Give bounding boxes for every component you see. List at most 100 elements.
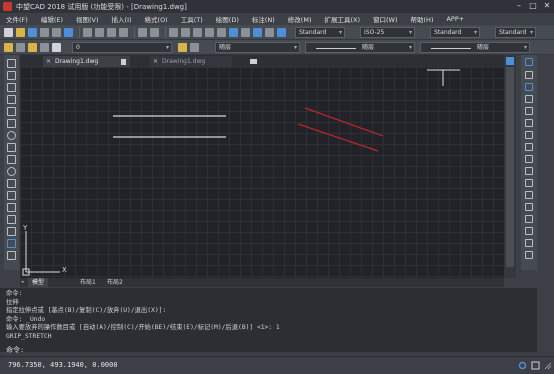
tab-drawing1[interactable]: ✕ Drawing1.dwg [150,56,232,67]
menu-format[interactable]: 格式(O) [145,14,168,24]
red-line-upper[interactable] [304,107,384,137]
previous-layout-icon[interactable]: ◂ [21,279,27,285]
fullscreen-icon[interactable] [531,361,540,370]
save-icon[interactable] [28,27,37,37]
menu-view[interactable]: 视图(V) [76,14,99,24]
layer-manager-icon[interactable] [4,42,13,52]
paste-icon[interactable] [107,27,116,37]
table-style-select[interactable]: Standard ▾ [430,27,480,38]
menu-help[interactable]: 帮助(H) [411,14,434,24]
ellipse-icon[interactable] [7,167,16,176]
trim-icon[interactable] [525,179,533,187]
close-icon[interactable]: ✕ [46,56,51,67]
array-icon[interactable] [525,119,533,127]
circle-icon[interactable] [7,131,16,140]
menu-app-plus[interactable]: APP+ [446,15,464,23]
menu-insert[interactable]: 插入(I) [112,14,132,24]
lineweight-select[interactable]: 随层 ▾ [420,42,530,53]
polygon-icon[interactable] [7,95,16,104]
zoom-realtime-icon[interactable] [181,27,190,37]
explode-icon[interactable] [525,251,533,259]
sheet-set-icon[interactable] [253,27,262,37]
tab-layout2[interactable]: 布局2 [103,278,127,287]
close-icon[interactable]: ✕ [153,56,158,67]
break-icon[interactable] [525,203,533,211]
tab-drawing1-active[interactable]: ✕ Drawing1.dwg [43,56,130,67]
construction-line-icon[interactable] [7,71,16,80]
join-icon[interactable] [525,215,533,223]
new-tab-icon[interactable] [250,59,257,64]
make-current-layer-icon[interactable] [178,43,187,52]
arrow-left-icon[interactable] [506,57,514,65]
ellipse-arc-icon[interactable] [7,179,16,188]
fillet-icon[interactable] [525,239,533,247]
redo-icon[interactable] [150,27,159,37]
color-select[interactable]: 随层 ▾ [215,42,300,53]
resize-grip-icon[interactable] [543,361,552,370]
pan-icon[interactable] [169,27,178,37]
revision-cloud-icon[interactable] [7,143,16,152]
menu-file[interactable]: 文件(F) [6,14,28,24]
insert-block-icon[interactable] [7,191,16,200]
match-properties-icon[interactable] [119,27,128,37]
spline-icon[interactable] [7,155,16,164]
rectangle-icon[interactable] [7,107,16,116]
tool-palettes-icon[interactable] [241,27,250,37]
extend-icon[interactable] [525,191,533,199]
hatch-icon[interactable] [7,227,16,236]
multileader-style-select[interactable]: Standard ▾ [495,27,536,38]
stretch-icon[interactable] [525,167,533,175]
settings-icon[interactable] [518,361,527,370]
print-icon[interactable] [40,27,49,37]
menu-extended-tools[interactable]: 扩展工具(X) [324,14,360,24]
menu-tools[interactable]: 工具(T) [181,14,203,24]
help-icon[interactable] [277,27,286,37]
command-input[interactable]: 命令: [6,345,24,355]
close-button[interactable]: ✕ [540,0,554,13]
mirror-icon[interactable] [525,95,533,103]
minimize-button[interactable]: – [512,0,526,13]
cut-icon[interactable] [83,27,92,37]
menu-draw[interactable]: 绘图(D) [216,14,239,24]
undo-icon[interactable] [138,27,147,37]
dim-style-select[interactable]: ISO-25 ▾ [360,27,415,38]
scrollbar-thumb[interactable] [506,67,514,267]
tab-model[interactable]: 模型 [28,278,49,287]
maximize-button[interactable]: □ [526,0,540,13]
point-icon[interactable] [7,215,16,224]
design-center-icon[interactable] [229,27,238,37]
layer-previous-icon[interactable] [190,43,199,52]
menu-edit[interactable]: 编辑(E) [41,14,63,24]
table-icon[interactable] [7,251,16,260]
gradient-icon[interactable] [7,239,16,248]
arrow-right-icon[interactable] [525,58,533,66]
menu-dimension[interactable]: 标注(N) [252,14,275,24]
line-tool-icon[interactable] [7,59,16,68]
polyline-icon[interactable] [7,83,16,92]
text-style-select[interactable]: Standard ▾ [295,27,345,38]
publish-icon[interactable] [64,27,73,37]
move-icon[interactable] [525,131,533,139]
offset-icon[interactable] [525,107,533,115]
scale-icon[interactable] [525,155,533,163]
chamfer-icon[interactable] [525,227,533,235]
new-file-icon[interactable] [4,27,13,37]
zoom-previous-icon[interactable] [205,27,214,37]
menu-modify[interactable]: 修改(M) [288,14,312,24]
vertical-scrollbar[interactable] [504,55,516,278]
erase-icon[interactable] [525,71,533,79]
open-file-icon[interactable] [16,27,25,37]
red-line-lower[interactable] [297,123,379,152]
make-block-icon[interactable] [7,203,16,212]
layer-select[interactable]: 0 ▾ [72,42,172,53]
rotate-icon[interactable] [525,143,533,151]
zoom-window-icon[interactable] [193,27,202,37]
tab-layout1[interactable]: 布局1 [76,278,100,287]
calculator-icon[interactable] [265,27,274,37]
print-preview-icon[interactable] [52,27,61,37]
copy-icon[interactable] [95,27,104,37]
copy-object-icon[interactable] [525,83,533,91]
menu-window[interactable]: 窗口(W) [373,14,398,24]
linetype-select[interactable]: 随层 ▾ [305,42,415,53]
properties-icon[interactable] [217,27,226,37]
